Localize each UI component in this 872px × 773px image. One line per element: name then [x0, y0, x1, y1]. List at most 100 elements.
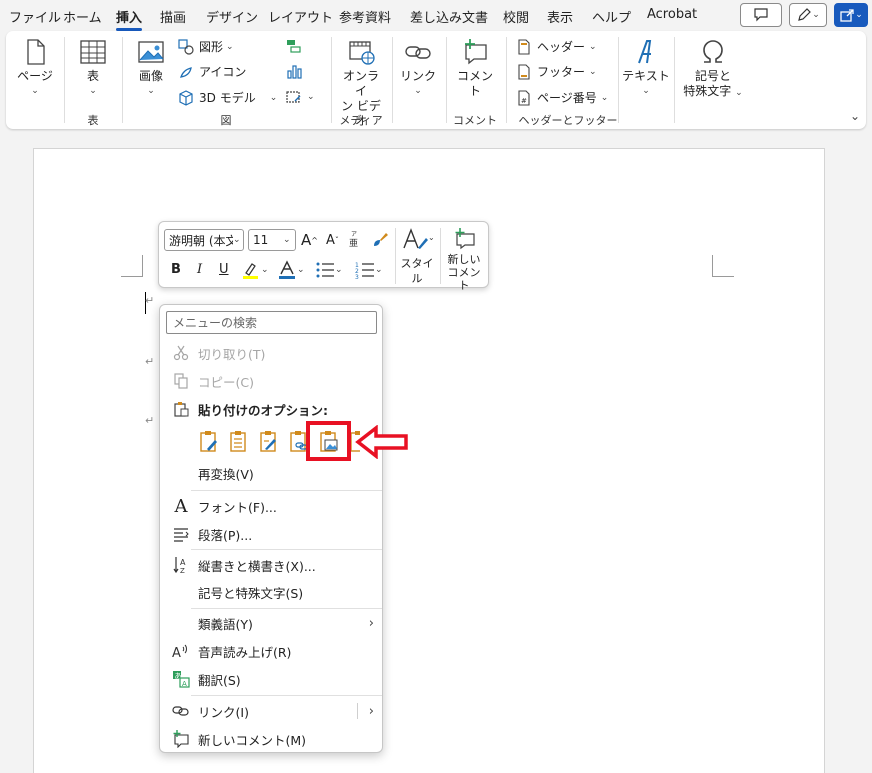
- editing-mode-button[interactable]: ⌄: [789, 3, 827, 27]
- tab-home[interactable]: ホーム: [63, 7, 102, 26]
- symbols-button[interactable]: 記号と 特殊文字 ⌄: [678, 37, 748, 101]
- table-button[interactable]: 表 ⌄: [72, 37, 114, 99]
- new-comment-label-1: 新しい: [447, 253, 481, 266]
- font-size-value: 11: [253, 233, 269, 247]
- page-number-button[interactable]: # ページ番号 ⌄: [516, 89, 608, 106]
- chevron-down-icon: ⌄: [735, 88, 743, 98]
- shapes-button[interactable]: 図形 ⌄: [178, 38, 234, 55]
- menu-separator: [191, 490, 382, 491]
- copy-icon: [172, 372, 190, 390]
- menu-item-cut[interactable]: 切り取り(T): [160, 340, 382, 366]
- tab-file[interactable]: ファイル: [9, 7, 61, 26]
- pictures-button[interactable]: 画像 ⌄: [130, 37, 172, 99]
- screenshot-button[interactable]: ⌄: [286, 89, 315, 105]
- text-box-icon: [638, 40, 652, 64]
- tab-help[interactable]: ヘルプ: [592, 7, 631, 26]
- paste-merge-formatting-icon[interactable]: [228, 429, 250, 453]
- shapes-label: 図形: [199, 40, 224, 54]
- icons-button[interactable]: アイコン: [178, 63, 246, 80]
- left-arrow-annotation: [355, 425, 408, 459]
- group-separator: [122, 37, 123, 123]
- menu-item-new-comment[interactable]: 新しいコメント(M): [160, 726, 382, 752]
- svg-text:A: A: [172, 646, 181, 659]
- tab-insert[interactable]: 挿入: [116, 7, 143, 31]
- group-separator: [64, 37, 65, 123]
- menu-item-symbols[interactable]: 記号と特殊文字(S): [160, 579, 382, 605]
- font-color-icon: [279, 260, 295, 279]
- highlight-color-button[interactable]: ⌄: [241, 260, 269, 280]
- tab-references[interactable]: 参考資料: [339, 7, 391, 26]
- chart-icon: [287, 65, 302, 79]
- comment-add-icon: [465, 39, 487, 65]
- menu-item-link[interactable]: リンク(I) ›: [160, 698, 382, 724]
- page-number-label: ページ番号: [537, 91, 597, 105]
- header-button[interactable]: ヘッダー ⌄: [516, 38, 597, 55]
- format-painter-button[interactable]: [371, 230, 389, 248]
- styles-button[interactable]: ⌄ スタイル: [397, 228, 437, 286]
- tab-acrobat[interactable]: Acrobat: [647, 7, 697, 22]
- menu-item-text-direction[interactable]: AZ 縦書きと横書き(X)...: [160, 552, 382, 578]
- icons-label: アイコン: [199, 65, 247, 79]
- menu-item-translate[interactable]: あA 翻訳(S): [160, 666, 382, 692]
- font-size-select[interactable]: 11 ⌄: [248, 229, 296, 251]
- chevron-right-icon[interactable]: ›: [369, 704, 374, 719]
- bold-button[interactable]: B: [171, 262, 181, 277]
- menu-separator: [191, 608, 382, 609]
- pages-button[interactable]: ページ ⌄: [12, 37, 58, 99]
- text-button[interactable]: テキスト ⌄: [622, 37, 670, 99]
- footer-button[interactable]: フッター ⌄: [516, 63, 597, 80]
- group-separator: [674, 37, 675, 123]
- font-name-select[interactable]: 游明朝 (本文 ⌄: [164, 229, 244, 251]
- highlight-box-annotation: [306, 421, 351, 461]
- symbols-label-2: 特殊文字: [683, 84, 732, 98]
- collapse-ribbon-button[interactable]: ⌄: [850, 109, 860, 123]
- tab-design[interactable]: デザイン: [206, 7, 258, 26]
- chevron-down-icon: ⌄: [589, 66, 597, 77]
- menu-item-read-aloud[interactable]: A 音声読み上げ(R): [160, 638, 382, 664]
- paste-use-destination-styles-icon[interactable]: [258, 429, 280, 453]
- toolbar-separator: [440, 228, 441, 284]
- screenshot-icon: [286, 91, 301, 103]
- link-button[interactable]: リンク ⌄: [398, 37, 438, 99]
- comment-label: コメント: [456, 69, 493, 98]
- menu-item-font-label: フォント(F)...: [198, 499, 277, 515]
- split-divider: [357, 703, 358, 719]
- 3d-models-button[interactable]: 3D モデル ⌄: [178, 89, 277, 106]
- new-comment-ribbon-button[interactable]: コメント: [452, 37, 498, 99]
- grow-font-button[interactable]: A ^: [301, 231, 318, 249]
- tab-layout[interactable]: レイアウト: [268, 7, 333, 26]
- tab-mailings[interactable]: 差し込み文書: [410, 7, 488, 26]
- cube-icon: [179, 89, 193, 106]
- tab-draw[interactable]: 描画: [160, 7, 186, 26]
- svg-text:A: A: [180, 558, 186, 567]
- mini-new-comment-button[interactable]: 新しい コメント: [443, 228, 485, 292]
- chart-button[interactable]: [286, 63, 307, 79]
- paste-options-row: [198, 427, 378, 455]
- comments-button[interactable]: [740, 3, 782, 27]
- menu-item-copy[interactable]: コピー(C): [160, 368, 382, 394]
- tab-view[interactable]: 表示: [547, 7, 573, 26]
- underline-button[interactable]: U: [219, 262, 229, 277]
- menu-item-translate-label: 翻訳(S): [198, 672, 241, 688]
- menu-item-synonyms[interactable]: 類義語(Y) ›: [160, 610, 382, 636]
- menu-search-input[interactable]: メニューの検索: [166, 311, 377, 334]
- menu-item-text-direction-label: 縦書きと横書き(X)...: [198, 558, 316, 574]
- font-name-value: 游明朝 (本文: [169, 233, 233, 248]
- menu-item-paragraph[interactable]: 段落(P)...: [160, 521, 382, 547]
- shrink-font-button[interactable]: Aˇ: [326, 233, 339, 248]
- tab-review[interactable]: 校閲: [503, 7, 529, 26]
- group-separator: [392, 37, 393, 123]
- pen-icon: [798, 8, 812, 21]
- phonetic-guide-button[interactable]: ア亜: [348, 229, 362, 249]
- bullets-button[interactable]: ⌄: [315, 260, 343, 280]
- svg-text:3: 3: [355, 274, 359, 280]
- menu-item-reconvert[interactable]: 再変換(V): [160, 460, 382, 486]
- font-color-button[interactable]: ⌄: [277, 260, 305, 280]
- italic-button[interactable]: I: [197, 262, 202, 277]
- paste-keep-source-formatting-icon[interactable]: [198, 429, 220, 453]
- chevron-down-icon: ⌄: [375, 265, 383, 275]
- menu-item-font[interactable]: A フォント(F)...: [160, 493, 382, 519]
- numbering-button[interactable]: 123 ⌄: [355, 260, 383, 280]
- share-button[interactable]: ⌄: [834, 3, 868, 27]
- smartart-button[interactable]: [286, 38, 307, 54]
